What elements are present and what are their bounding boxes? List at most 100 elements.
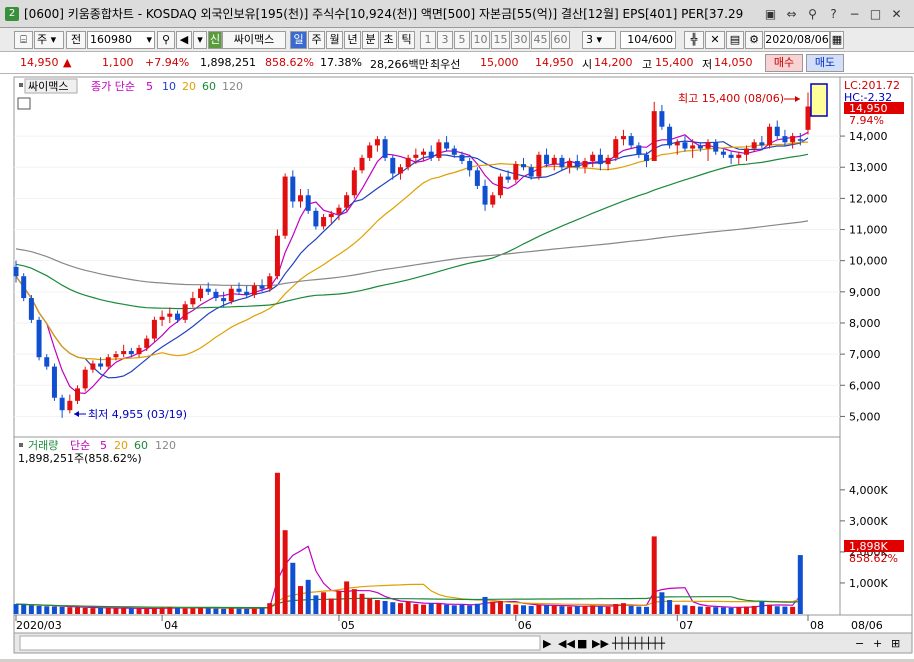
candle	[305, 195, 311, 211]
volume-bar	[236, 608, 242, 614]
count-input[interactable]: 104/600	[620, 31, 676, 49]
candle	[159, 316, 165, 320]
volume-bar	[528, 605, 534, 614]
menu-icon[interactable]: ▾	[193, 31, 207, 49]
buy-button[interactable]: 매수	[765, 54, 803, 72]
grid-toggle-icon[interactable]	[17, 97, 31, 110]
crosshair-icon[interactable]: ✕	[705, 31, 725, 49]
volume-bar	[351, 589, 357, 614]
zoom-in-icon[interactable]: +	[873, 637, 882, 650]
volume-value: 1,898,251	[200, 56, 256, 69]
vol-tag-rate: 858.62%	[849, 552, 898, 565]
candle	[21, 276, 27, 299]
minute-15-button[interactable]: 15	[491, 31, 510, 49]
volume-bar	[382, 600, 388, 614]
stock-chart[interactable]: 14,000 13,000 12,000 11,000 10,000 9,000 8,000…	[0, 74, 914, 659]
maximize-icon[interactable]: □	[866, 5, 885, 22]
period-6-button[interactable]: 틱	[398, 31, 415, 49]
legend-vol-name: 거래량	[28, 439, 58, 452]
volume-bar	[728, 607, 734, 614]
candle	[205, 288, 211, 292]
volume-bar	[244, 608, 250, 614]
volume-bar	[736, 607, 742, 614]
minute-10-button[interactable]: 10	[471, 31, 490, 49]
period-5-button[interactable]: 초	[380, 31, 397, 49]
help-icon[interactable]: ?	[824, 5, 843, 22]
candle	[167, 313, 173, 317]
mode-select[interactable]: 주 ▾	[34, 31, 64, 49]
close-icon[interactable]: ✕	[887, 5, 906, 22]
candle-icon[interactable]: ╬	[684, 31, 704, 49]
volume-bar	[251, 608, 257, 614]
volume-bar	[459, 604, 465, 614]
stock-name[interactable]: 싸이맥스	[222, 31, 286, 49]
x-tick-label: 2020/03	[16, 619, 62, 632]
volume-bar	[743, 606, 749, 614]
current-price: 14,950	[20, 56, 59, 69]
rewind-icon[interactable]: ◀◀	[558, 637, 575, 650]
search-icon[interactable]: ⚲	[157, 31, 175, 49]
pin-icon[interactable]: ⚲	[803, 5, 822, 22]
minute-45-button[interactable]: 45	[531, 31, 550, 49]
link-icon[interactable]: ⇔	[782, 5, 801, 22]
scrollbar-track[interactable]	[19, 635, 541, 651]
period-2-button[interactable]: 월	[326, 31, 343, 49]
save-icon[interactable]: ▤	[726, 31, 744, 49]
legend-vol-value: 1,898,251주(858.62%)	[18, 452, 142, 465]
candle	[428, 151, 434, 158]
volume-bar	[290, 562, 296, 614]
volume-bar	[313, 595, 319, 614]
candle	[390, 157, 396, 174]
scroll-right-icon[interactable]: ▶	[543, 637, 552, 650]
stop-icon[interactable]: ■	[577, 637, 587, 650]
candle	[359, 157, 365, 171]
forward-icon[interactable]: ▶▶	[592, 637, 609, 650]
minute-60-button[interactable]: 60	[551, 31, 570, 49]
count-value: 104	[627, 33, 649, 46]
period-3-button[interactable]: 년	[344, 31, 361, 49]
volume-bar	[98, 607, 104, 614]
sell-button[interactable]: 매도	[806, 54, 844, 72]
volume-bar	[13, 604, 19, 614]
candle	[198, 288, 204, 299]
stock-code-input[interactable]: 160980 ▾	[87, 31, 155, 49]
legend-ma20: 20	[182, 80, 196, 93]
candle	[98, 363, 104, 367]
x-tick-label: 07	[679, 619, 693, 632]
volume-bar	[697, 606, 703, 614]
volume-bar	[544, 605, 550, 614]
period-4-button[interactable]: 분	[362, 31, 379, 49]
date-input[interactable]: 2020/08/06	[764, 31, 830, 49]
restore-icon[interactable]: ▣	[761, 5, 780, 22]
minute-5-button[interactable]: 5	[454, 31, 470, 49]
volume-bar	[659, 592, 665, 614]
fit-icon[interactable]: ⊞	[891, 637, 900, 650]
zoom-out-icon[interactable]: −	[855, 637, 864, 650]
volume-bar	[605, 606, 611, 614]
calendar-icon[interactable]: ▦	[830, 31, 844, 49]
volume-bar	[467, 605, 473, 614]
sound-icon[interactable]: ◀	[176, 31, 192, 49]
minimize-icon[interactable]: −	[845, 5, 864, 22]
settings-icon[interactable]: ⚙	[745, 31, 763, 49]
minute-3-button[interactable]: 3	[437, 31, 453, 49]
layout-icon[interactable]: ⌸	[14, 31, 33, 49]
volume-bar	[359, 593, 365, 614]
zoom-slider-icon[interactable]: ┼┼┼┼┼┼┼┼	[611, 636, 665, 650]
minute-30-button[interactable]: 30	[511, 31, 530, 49]
legend-vol-ma-label: 단순	[70, 439, 90, 452]
volume-bar	[682, 605, 688, 614]
candle	[105, 357, 111, 367]
price-pane[interactable]	[13, 76, 841, 438]
candle	[520, 164, 526, 168]
prev-button[interactable]: 전	[66, 31, 86, 49]
candle	[651, 111, 657, 161]
volume-bar	[644, 606, 650, 614]
minute-1-button[interactable]: 1	[420, 31, 436, 49]
period-0-button[interactable]: 일	[290, 31, 307, 49]
candle	[151, 319, 157, 339]
chart-area[interactable]: 14,000 13,000 12,000 11,000 10,000 9,000 8,000…	[0, 74, 914, 659]
period-1-button[interactable]: 주	[308, 31, 325, 49]
interval-select[interactable]: 3 ▾	[582, 31, 616, 49]
candle	[190, 298, 196, 305]
